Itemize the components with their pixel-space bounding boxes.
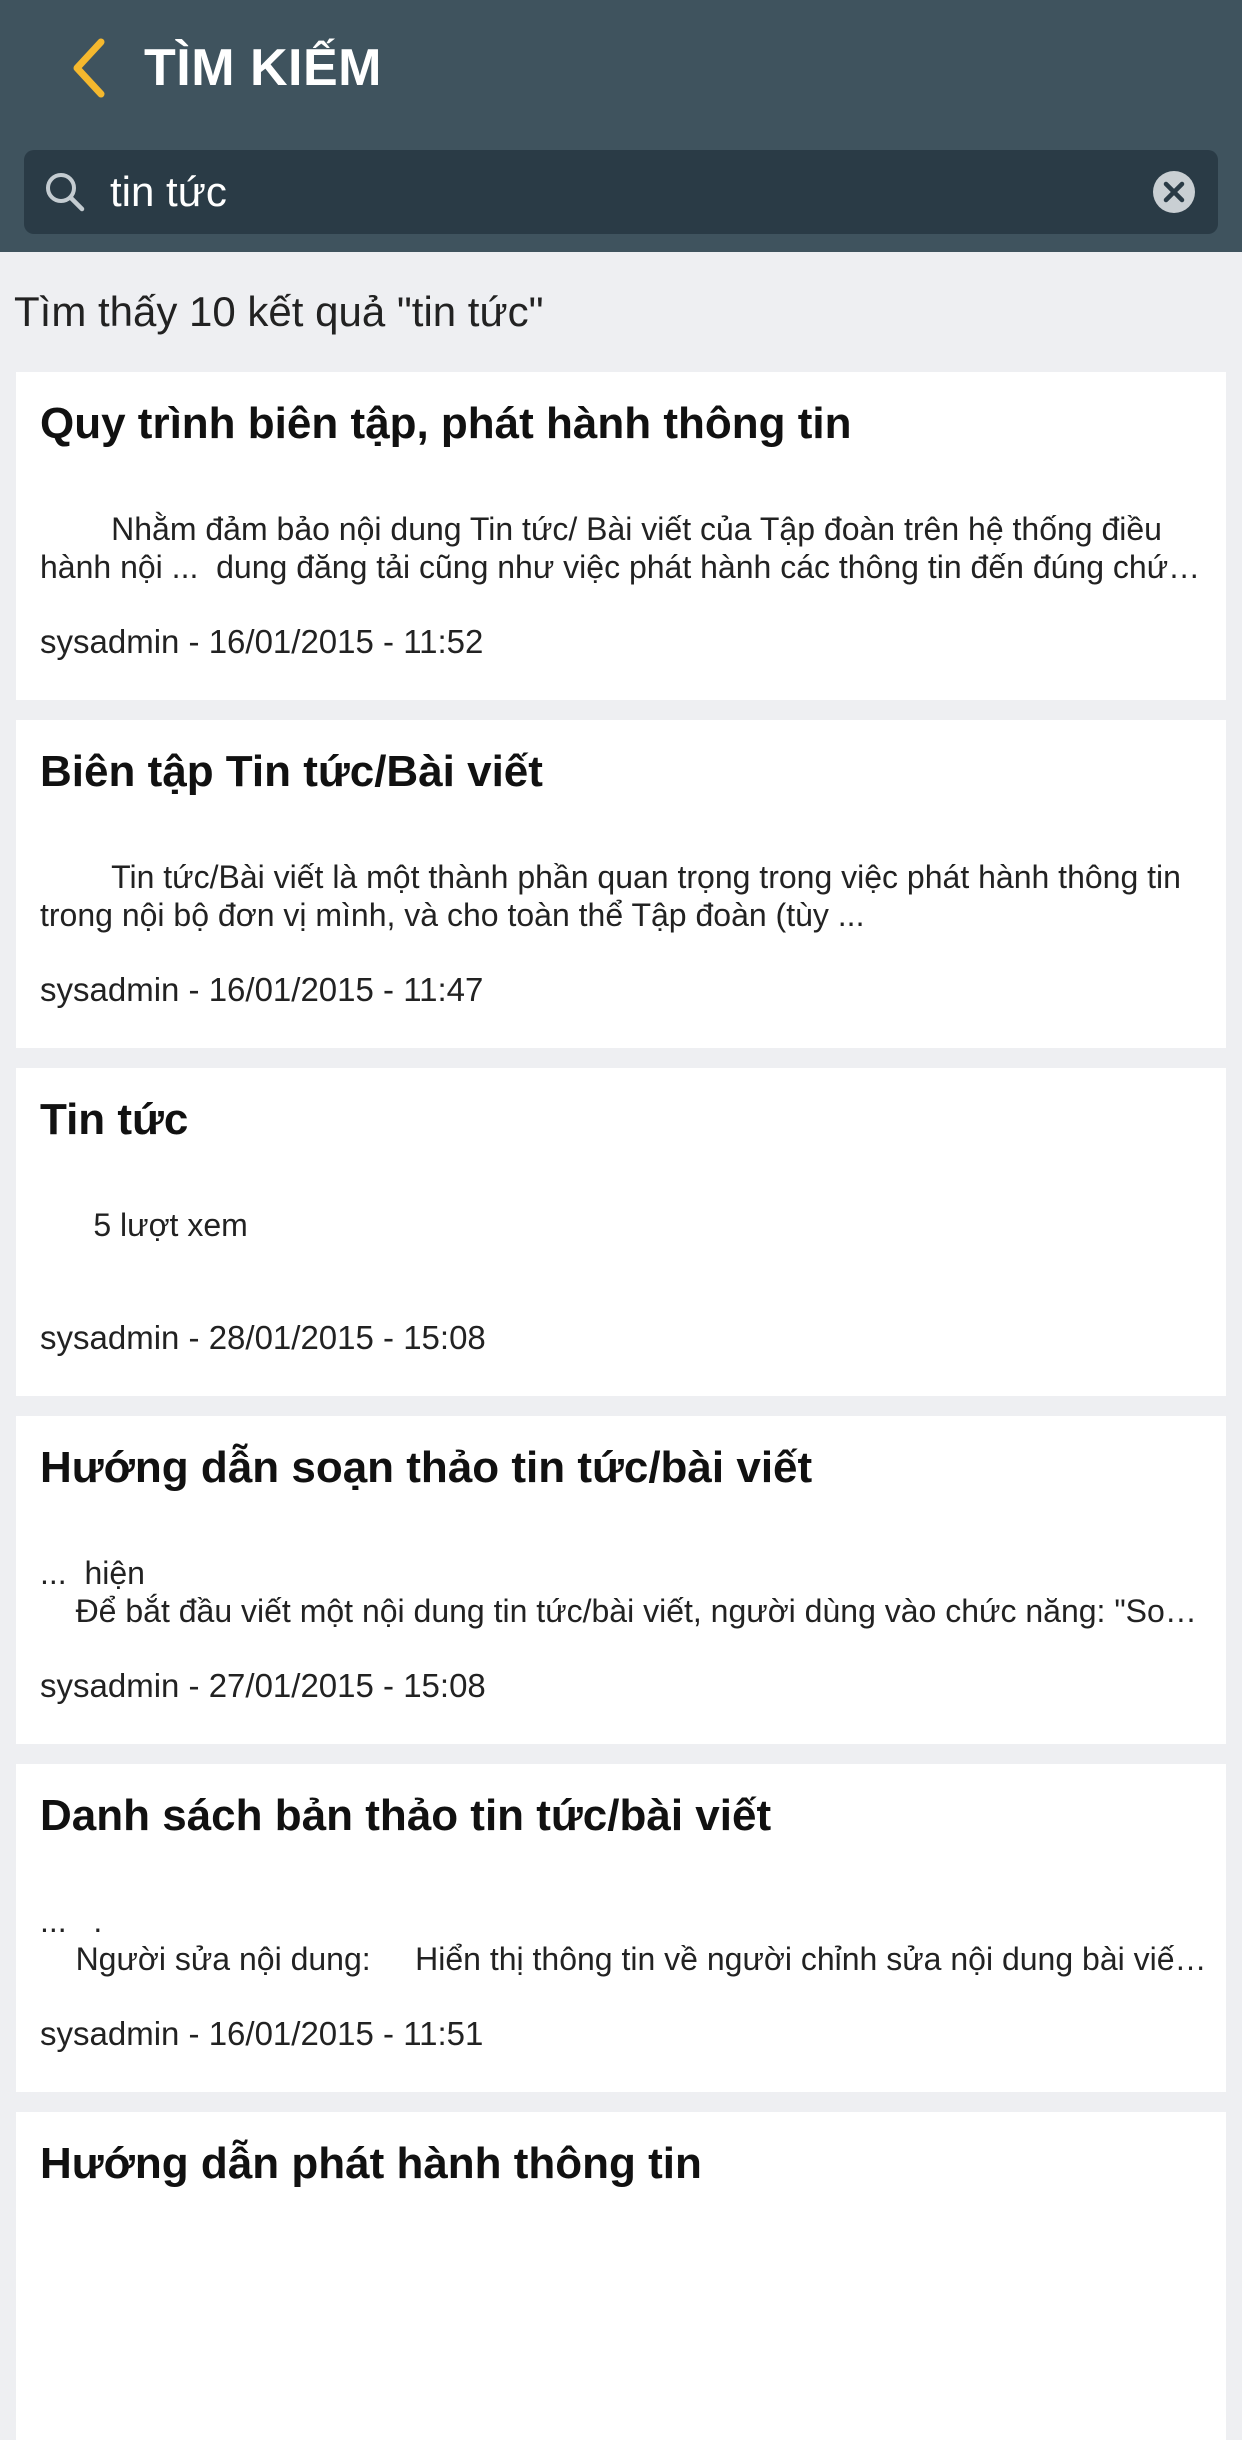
result-item[interactable]: Danh sách bản thảo tin tức/bài viết ... … — [16, 1764, 1226, 2092]
result-item[interactable]: Biên tập Tin tức/Bài viết Tin tức/Bài vi… — [16, 720, 1226, 1048]
result-title: Danh sách bản thảo tin tức/bài viết — [40, 1791, 772, 1840]
result-meta: sysadmin - 27/01/2015 - 15:08 — [40, 1667, 486, 1704]
result-snippet: Tin tức/Bài viết là một thành phần quan … — [40, 859, 1190, 933]
page-title: TÌM KIẾM — [144, 39, 382, 97]
result-snippet: Nhằm đảm bảo nội dung Tin tức/ Bài viết … — [40, 511, 1185, 585]
result-item[interactable]: Hướng dẫn phát hành thông tin — [16, 2112, 1226, 2440]
back-button[interactable] — [62, 32, 116, 104]
result-snippet: ... hiện Để bắt đầu viết một nội dung ti… — [40, 1555, 1201, 1629]
result-title: Hướng dẫn soạn thảo tin tức/bài viết — [40, 1443, 813, 1492]
result-meta: sysadmin - 28/01/2015 - 15:08 — [40, 1319, 486, 1356]
result-title: Hướng dẫn phát hành thông tin — [40, 2139, 702, 2188]
result-title: Tin tức — [40, 1095, 189, 1144]
result-meta: sysadmin - 16/01/2015 - 11:51 — [40, 2015, 484, 2052]
result-snippet: 5 lượt xem — [40, 1207, 248, 1243]
search-bar[interactable] — [24, 150, 1218, 234]
search-input[interactable] — [110, 158, 1110, 226]
result-meta: sysadmin - 16/01/2015 - 11:52 — [40, 623, 484, 660]
result-meta: sysadmin - 16/01/2015 - 11:47 — [40, 971, 484, 1008]
result-item[interactable]: Tin tức 5 lượt xem sysadmin - 28/01/2015… — [16, 1068, 1226, 1396]
result-summary: Tìm thấy 10 kết quả "tin tức" — [14, 288, 544, 335]
chevron-left-icon — [73, 38, 105, 98]
search-icon — [46, 173, 85, 212]
clear-circle-icon[interactable] — [1152, 170, 1196, 214]
result-snippet: ... . Người sửa nội dung: Hiển thị thông… — [40, 1903, 1184, 1977]
result-title: Biên tập Tin tức/Bài viết — [40, 747, 543, 796]
app-header: TÌM KIẾM — [0, 0, 1242, 252]
result-item[interactable]: Hướng dẫn soạn thảo tin tức/bài viết ...… — [16, 1416, 1226, 1744]
result-item[interactable]: Quy trình biên tập, phát hành thông tin … — [16, 372, 1226, 700]
result-title: Quy trình biên tập, phát hành thông tin — [40, 399, 852, 448]
